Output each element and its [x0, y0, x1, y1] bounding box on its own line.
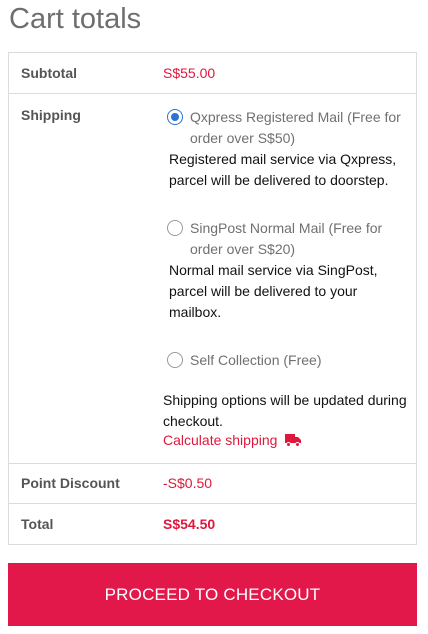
shipping-option-name[interactable]: Qxpress Registered Mail (Free for order … — [167, 107, 412, 149]
shipping-option-name[interactable]: Self Collection (Free) — [167, 350, 412, 371]
shipping-label: Shipping — [21, 107, 81, 123]
subtotal-label: Subtotal — [21, 65, 77, 81]
shipping-option-qxpress[interactable]: Qxpress Registered Mail (Free for order … — [167, 107, 412, 191]
subtotal-row: Subtotal S$55.00 — [9, 53, 416, 94]
point-discount-value: -S$0.50 — [163, 475, 213, 491]
page-title: Cart totals — [9, 3, 142, 35]
total-row: Total S$54.50 — [9, 504, 416, 544]
proceed-to-checkout-button[interactable]: PROCEED TO CHECKOUT — [8, 563, 417, 626]
subtotal-value: S$55.00 — [163, 65, 216, 81]
shipping-row: Shipping Qxpress Registered Mail (Free f… — [9, 94, 416, 464]
cart-totals-table: Subtotal S$55.00 Shipping Qxpress Regist… — [8, 52, 417, 545]
shipping-option-singpost[interactable]: SingPost Normal Mail (Free for order ove… — [167, 218, 412, 323]
total-label: Total — [21, 516, 54, 532]
radio-button-checked[interactable] — [167, 109, 183, 125]
calculate-shipping-label[interactable]: Calculate shipping — [163, 432, 277, 448]
shipping-option-name[interactable]: SingPost Normal Mail (Free for order ove… — [167, 218, 412, 260]
radio-button[interactable] — [167, 220, 183, 236]
shipping-option-description: Registered mail service via Qxpress, par… — [169, 151, 397, 188]
point-discount-label: Point Discount — [21, 475, 120, 491]
total-value: S$54.50 — [163, 516, 216, 532]
shipping-note: Shipping options will be updated during … — [163, 392, 407, 429]
radio-button[interactable] — [167, 352, 183, 368]
point-discount-row: Point Discount -S$0.50 — [9, 464, 416, 504]
shipping-option-self-collection[interactable]: Self Collection (Free) — [167, 350, 412, 371]
calculate-shipping-link[interactable]: Calculate shipping — [163, 432, 302, 448]
shipping-option-description: Normal mail service via SingPost, parcel… — [169, 262, 378, 320]
truck-icon — [285, 434, 302, 447]
